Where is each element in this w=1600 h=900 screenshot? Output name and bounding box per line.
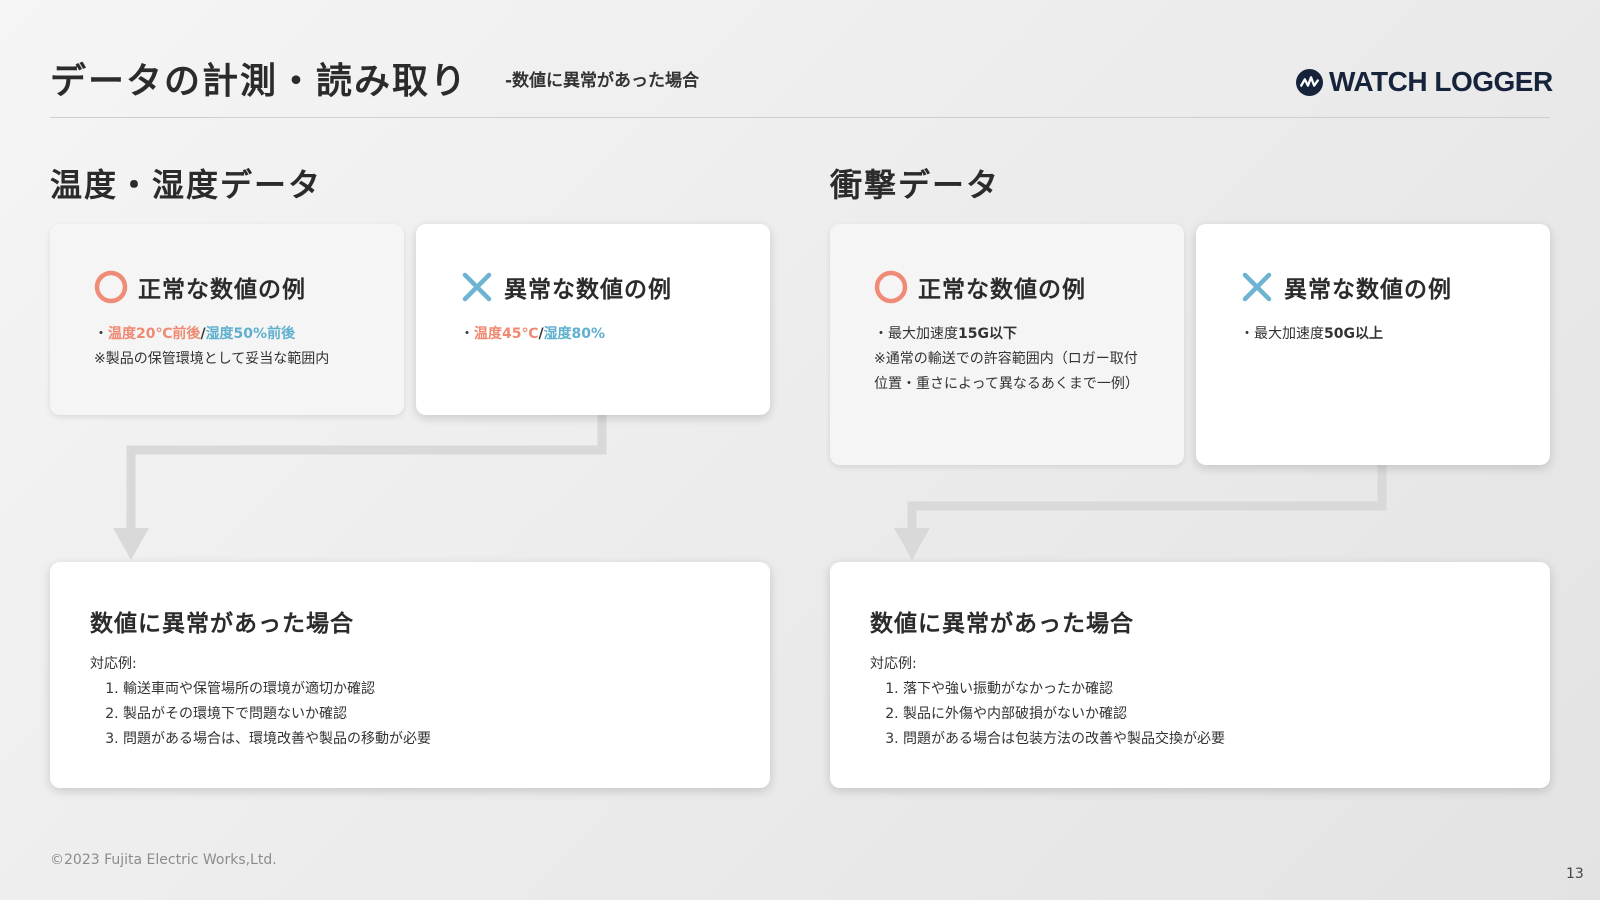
list-item: 製品がその環境下で問題ないか確認 — [123, 702, 431, 727]
temp-humidity-section-title: 温度・湿度データ — [50, 166, 323, 204]
response-intro: 対応例: — [90, 656, 137, 672]
abnormal-example-heading: 異常な数値の例 — [1284, 277, 1452, 303]
shock-normal-note: ※通常の輸送での許容範囲内（ロガー取付位置・重さによって異なるあくまで一例） — [874, 351, 1139, 392]
cross-icon — [1242, 272, 1272, 302]
response-list: 落下や強い振動がなかったか確認 製品に外傷や内部破損がないか確認 問題がある場合… — [870, 677, 1225, 752]
temp-flow-arrow — [126, 410, 607, 528]
temp-normal-body: ・温度20℃前後/湿度50%前後 ※製品の保管環境として妥当な範囲内 — [94, 322, 376, 372]
temp-normal-card: 正常な数値の例 ・温度20℃前後/湿度50%前後 ※製品の保管環境として妥当な範… — [50, 224, 404, 415]
list-item: 問題がある場合は、環境改善や製品の移動が必要 — [123, 727, 431, 752]
temp-abnormal-body: ・温度45℃/湿度80% — [460, 322, 742, 347]
temp-result-body: 対応例: 輸送車両や保管場所の環境が適切か確認 製品がその環境下で問題ないか確認… — [90, 652, 431, 752]
normal-example-heading: 正常な数値の例 — [918, 277, 1086, 303]
circle-icon — [874, 270, 908, 304]
normal-example-heading: 正常な数値の例 — [138, 277, 306, 303]
bullet: ・ — [94, 326, 108, 342]
copyright: ©2023 Fujita Electric Works,Ltd. — [50, 852, 277, 868]
shock-arrow-head — [894, 528, 930, 560]
abnormal-example-heading: 異常な数値の例 — [504, 277, 672, 303]
humidity-value: 湿度80% — [543, 326, 606, 342]
shock-abnormal-body: ・最大加速度50G以上 — [1240, 322, 1522, 347]
response-intro: 対応例: — [870, 656, 917, 672]
circle-icon — [94, 270, 128, 304]
temp-abnormal-card: 異常な数値の例 ・温度45℃/湿度80% — [416, 224, 770, 415]
shock-normal-body: ・最大加速度15G以下 ※通常の輸送での許容範囲内（ロガー取付位置・重さによって… — [874, 322, 1140, 397]
list-item: 落下や強い振動がなかったか確認 — [903, 677, 1225, 702]
shock-normal-card: 正常な数値の例 ・最大加速度15G以下 ※通常の輸送での許容範囲内（ロガー取付位… — [830, 224, 1184, 465]
acceleration-label: ・最大加速度 — [874, 326, 958, 342]
shock-flow-arrow — [907, 460, 1387, 528]
acceleration-value: 15G以下 — [958, 326, 1017, 342]
shock-abnormal-card: 異常な数値の例 ・最大加速度50G以上 — [1196, 224, 1550, 465]
shock-result-card: 数値に異常があった場合 対応例: 落下や強い振動がなかったか確認 製品に外傷や内… — [830, 562, 1550, 788]
temp-normal-note: ※製品の保管環境として妥当な範囲内 — [94, 351, 330, 367]
bullet: ・ — [460, 326, 474, 342]
acceleration-label: ・最大加速度 — [1240, 326, 1324, 342]
temp-result-card: 数値に異常があった場合 対応例: 輸送車両や保管場所の環境が適切か確認 製品がそ… — [50, 562, 770, 788]
humidity-value: 湿度50%前後 — [205, 326, 296, 342]
temperature-value: 温度45℃ — [474, 326, 539, 342]
list-item: 輸送車両や保管場所の環境が適切か確認 — [123, 677, 431, 702]
shock-result-title: 数値に異常があった場合 — [870, 611, 1134, 637]
list-item: 製品に外傷や内部破損がないか確認 — [903, 702, 1225, 727]
response-list: 輸送車両や保管場所の環境が適切か確認 製品がその環境下で問題ないか確認 問題があ… — [90, 677, 431, 752]
temperature-value: 温度20℃前後 — [108, 326, 201, 342]
page-number: 13 — [1566, 866, 1584, 882]
list-item: 問題がある場合は包装方法の改善や製品交換が必要 — [903, 727, 1225, 752]
cross-icon — [462, 272, 492, 302]
temp-arrow-head — [113, 528, 149, 560]
shock-result-body: 対応例: 落下や強い振動がなかったか確認 製品に外傷や内部破損がないか確認 問題… — [870, 652, 1225, 752]
acceleration-value: 50G以上 — [1324, 326, 1383, 342]
shock-section-title: 衝撃データ — [830, 166, 1001, 204]
temp-result-title: 数値に異常があった場合 — [90, 611, 354, 637]
